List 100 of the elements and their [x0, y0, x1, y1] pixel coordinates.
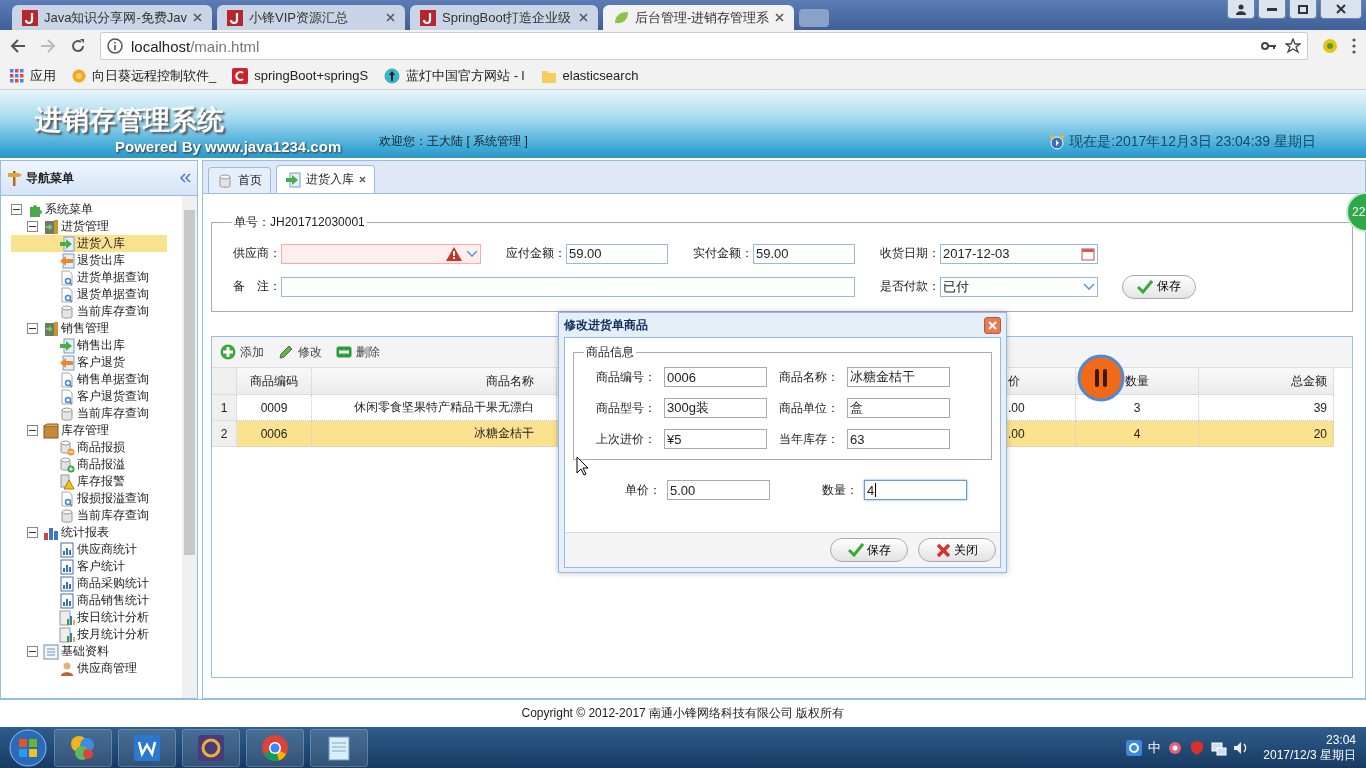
tree-item[interactable]: 当前库存查询	[11, 507, 167, 524]
extension-icon[interactable]	[1322, 38, 1338, 54]
bookmark-link[interactable]: elasticsearch	[540, 67, 639, 84]
column-header[interactable]: 商品编码	[237, 368, 312, 395]
network-icon[interactable]	[1211, 739, 1228, 756]
dropdown-icon[interactable]	[1083, 282, 1095, 291]
input-field[interactable]: 2017-12-03	[940, 243, 1098, 264]
tree-item[interactable]: 基础资料	[11, 643, 167, 660]
tree-item[interactable]: 统计报表	[11, 524, 167, 541]
toolbar-button[interactable]: 删除	[336, 343, 380, 361]
close-button[interactable]: 关闭	[918, 538, 996, 562]
minimize-button[interactable]	[1258, 0, 1286, 19]
collapse-toggle-icon[interactable]	[27, 323, 38, 334]
close-icon[interactable]	[386, 13, 396, 22]
browser-tab[interactable]: 后台管理-进销存管理系	[603, 5, 795, 30]
close-icon[interactable]	[579, 13, 589, 22]
dropdown-icon[interactable]	[466, 249, 478, 258]
input-field[interactable]: 0006	[664, 367, 767, 387]
collapse-icon[interactable]	[179, 173, 191, 183]
save-button[interactable]: 保存	[1122, 274, 1196, 299]
collapse-toggle-icon[interactable]	[27, 425, 38, 436]
save-button[interactable]: 保存	[830, 538, 908, 562]
collapse-toggle-icon[interactable]	[11, 204, 22, 215]
start-button[interactable]	[8, 727, 48, 768]
tree-item[interactable]: 进货单据查询	[11, 269, 167, 286]
input-field[interactable]	[281, 243, 481, 264]
tree-item[interactable]: 当前库存查询	[11, 303, 167, 320]
tree-item[interactable]: 客户统计	[11, 558, 167, 575]
browser-tab[interactable]: Java知识分享网-免费Jav	[12, 5, 213, 30]
taskbar-date[interactable]: 2017/12/3 星期日	[1263, 747, 1356, 763]
page-tab[interactable]: 首页	[208, 167, 271, 193]
document-app-icon[interactable]	[132, 732, 162, 763]
star-icon[interactable]	[1285, 38, 1301, 54]
tree-item[interactable]: 商品报溢	[11, 456, 167, 473]
tree-item[interactable]: 商品报损	[11, 439, 167, 456]
profile-button[interactable]	[1227, 0, 1255, 19]
tree-item[interactable]: 进货管理	[11, 218, 167, 235]
input-field[interactable]: 冰糖金桔干	[847, 367, 950, 387]
scrollbar[interactable]	[182, 196, 197, 698]
close-button[interactable]	[984, 316, 1001, 334]
tree-item[interactable]: 客户退货	[11, 354, 167, 371]
tree-item[interactable]: 供应商管理	[11, 660, 167, 677]
key-icon[interactable]	[1261, 41, 1277, 51]
column-header[interactable]: 价	[1006, 368, 1076, 395]
input-field[interactable]	[281, 276, 855, 297]
tree-item[interactable]: 商品采购统计	[11, 575, 167, 592]
tree-item[interactable]: 销售出库	[11, 337, 167, 354]
column-header[interactable]: 商品名称	[312, 368, 557, 395]
collapse-toggle-icon[interactable]	[27, 221, 38, 232]
close-icon[interactable]	[775, 13, 785, 22]
back-icon[interactable]	[10, 38, 26, 54]
column-header[interactable]: 总金额	[1199, 368, 1334, 395]
close-button[interactable]	[1320, 0, 1362, 19]
input-field[interactable]: ¥5	[664, 429, 767, 449]
taskbar-time[interactable]: 23:04	[1325, 732, 1356, 748]
close-icon[interactable]	[359, 176, 366, 183]
input-field[interactable]: 300g装	[664, 398, 767, 418]
input-field[interactable]: 已付	[940, 276, 1098, 297]
collapse-toggle-icon[interactable]	[27, 527, 38, 538]
bookmark-link[interactable]: springBoot+springS	[232, 67, 369, 84]
tree-item[interactable]: 商品销售统计	[11, 592, 167, 609]
browser-tab[interactable]: SpringBoot打造企业级	[410, 5, 599, 30]
input-field[interactable]: 4	[864, 480, 967, 500]
input-field[interactable]: 63	[847, 429, 950, 449]
pause-overlay[interactable]	[1077, 354, 1125, 402]
tree-item[interactable]: 退货出库	[11, 252, 167, 269]
tree-item[interactable]: 按月统计分析	[11, 626, 167, 643]
input-field[interactable]: 59.00	[566, 243, 668, 264]
address-bar[interactable]: localhost/main.html	[100, 32, 1308, 60]
tree-item[interactable]: 按日统计分析	[11, 609, 167, 626]
input-field[interactable]: 盒	[847, 398, 950, 418]
input-mode-indicator[interactable]: 中	[1148, 738, 1162, 757]
flower-icon[interactable]	[1167, 739, 1184, 756]
calendar-icon[interactable]	[1081, 246, 1095, 261]
collapse-toggle-icon[interactable]	[27, 646, 38, 657]
maximize-button[interactable]	[1289, 0, 1317, 19]
tree-item[interactable]: 库存报警	[11, 473, 167, 490]
ide-app-icon[interactable]	[196, 732, 226, 763]
browser-app-icon[interactable]	[260, 732, 290, 763]
input-method-icon[interactable]	[1126, 739, 1143, 756]
toolbar-button[interactable]: 修改	[278, 343, 322, 361]
browser-tab[interactable]: 小锋VIP资源汇总	[217, 5, 406, 30]
reload-icon[interactable]	[70, 38, 86, 54]
page-tab[interactable]: 进货入库	[276, 165, 375, 193]
tree-item[interactable]: 系统菜单	[11, 201, 167, 218]
tree-item[interactable]: 进货入库	[11, 235, 167, 252]
tree-item[interactable]: 报损报溢查询	[11, 490, 167, 507]
tree-item[interactable]: 退货单据查询	[11, 286, 167, 303]
tree-item[interactable]: 库存管理	[11, 422, 167, 439]
tree-item[interactable]: 供应商统计	[11, 541, 167, 558]
input-field[interactable]: 5.00	[667, 480, 770, 500]
tree-item[interactable]: 当前库存查询	[11, 405, 167, 422]
input-field[interactable]: 59.00	[753, 243, 855, 264]
tree-item[interactable]: 客户退货查询	[11, 388, 167, 405]
close-icon[interactable]	[193, 13, 203, 22]
menu-icon[interactable]	[1352, 38, 1356, 54]
bookmark-link[interactable]: 应用	[10, 66, 56, 85]
bookmark-link[interactable]: 蓝灯中国官方网站 - l	[384, 66, 525, 85]
bookmark-link[interactable]: 向日葵远程控制软件_	[72, 66, 217, 85]
tree-item[interactable]: 销售单据查询	[11, 371, 167, 388]
